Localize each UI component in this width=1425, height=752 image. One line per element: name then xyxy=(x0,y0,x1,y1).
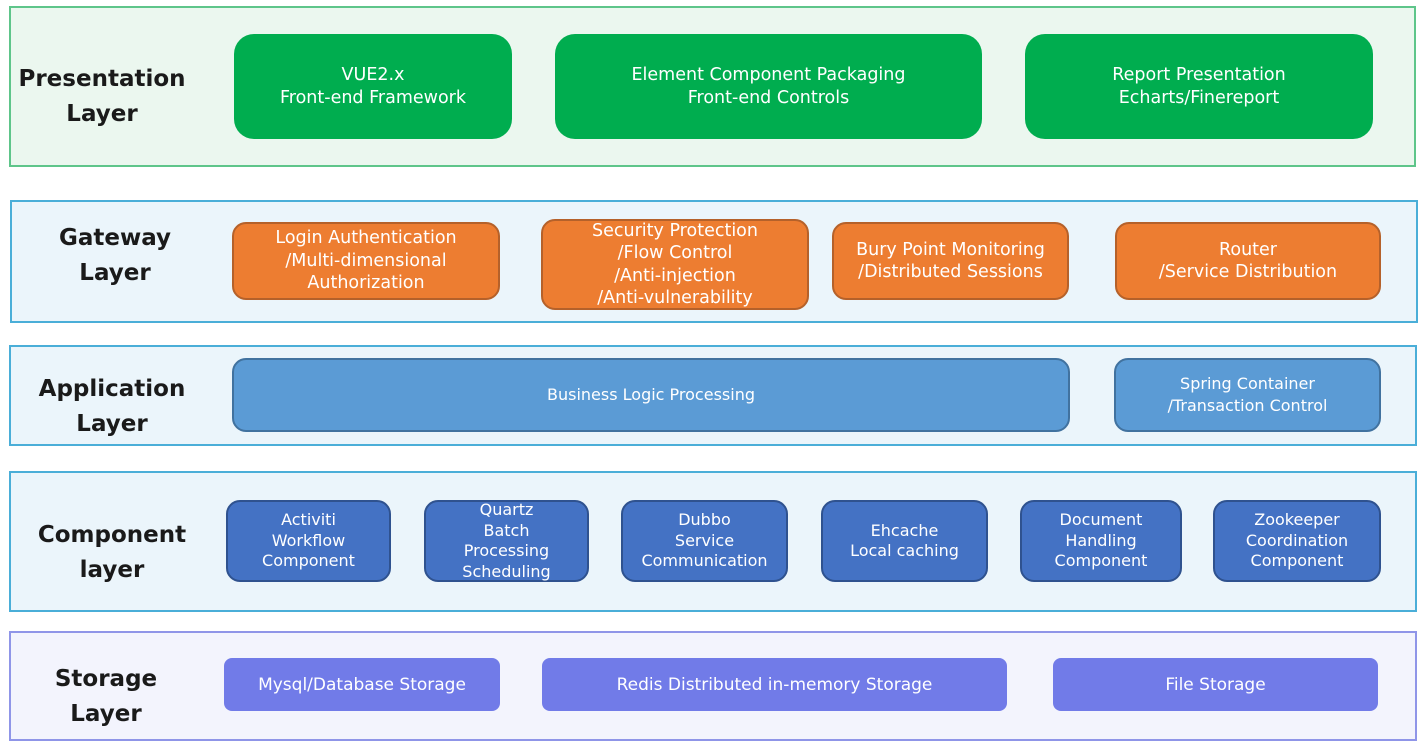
vue-framework-box: VUE2.x Front-end Framework xyxy=(234,34,512,139)
report-presentation-label: Report Presentation Echarts/Finereport xyxy=(1112,64,1286,108)
activiti-workflow-box: Activiti Workflow Component xyxy=(226,500,391,582)
spring-container-box: Spring Container /Transaction Control xyxy=(1114,358,1381,432)
report-presentation-box: Report Presentation Echarts/Finereport xyxy=(1025,34,1373,139)
file-storage-box: File Storage xyxy=(1053,658,1378,711)
mysql-storage-box: Mysql/Database Storage xyxy=(224,658,500,711)
element-component-box: Element Component Packaging Front-end Co… xyxy=(555,34,982,139)
business-logic-box: Business Logic Processing xyxy=(232,358,1070,432)
component-layer-title: Component layer xyxy=(37,522,187,583)
security-protection-box: Security Protection /Flow Control /Anti-… xyxy=(541,219,809,310)
document-handling-box: Document Handling Component xyxy=(1020,500,1182,582)
storage-layer-title: Storage Layer xyxy=(54,666,158,727)
dubbo-communication-box: Dubbo Service Communication xyxy=(621,500,788,582)
redis-storage-box: Redis Distributed in-memory Storage xyxy=(542,658,1007,711)
quartz-scheduling-box: Quartz Batch Processing Scheduling xyxy=(424,500,589,582)
router-box: Router /Service Distribution xyxy=(1115,222,1381,300)
gateway-layer-title: Gateway Layer xyxy=(58,225,172,286)
application-layer-title: Application Layer xyxy=(38,376,186,437)
bury-point-monitoring-box: Bury Point Monitoring /Distributed Sessi… xyxy=(832,222,1069,300)
zookeeper-coordination-box: Zookeeper Coordination Component xyxy=(1213,500,1381,582)
ehcache-box: Ehcache Local caching xyxy=(821,500,988,582)
login-authentication-box: Login Authentication /Multi-dimensional … xyxy=(232,222,500,300)
presentation-layer-title: Presentation Layer xyxy=(18,66,186,127)
